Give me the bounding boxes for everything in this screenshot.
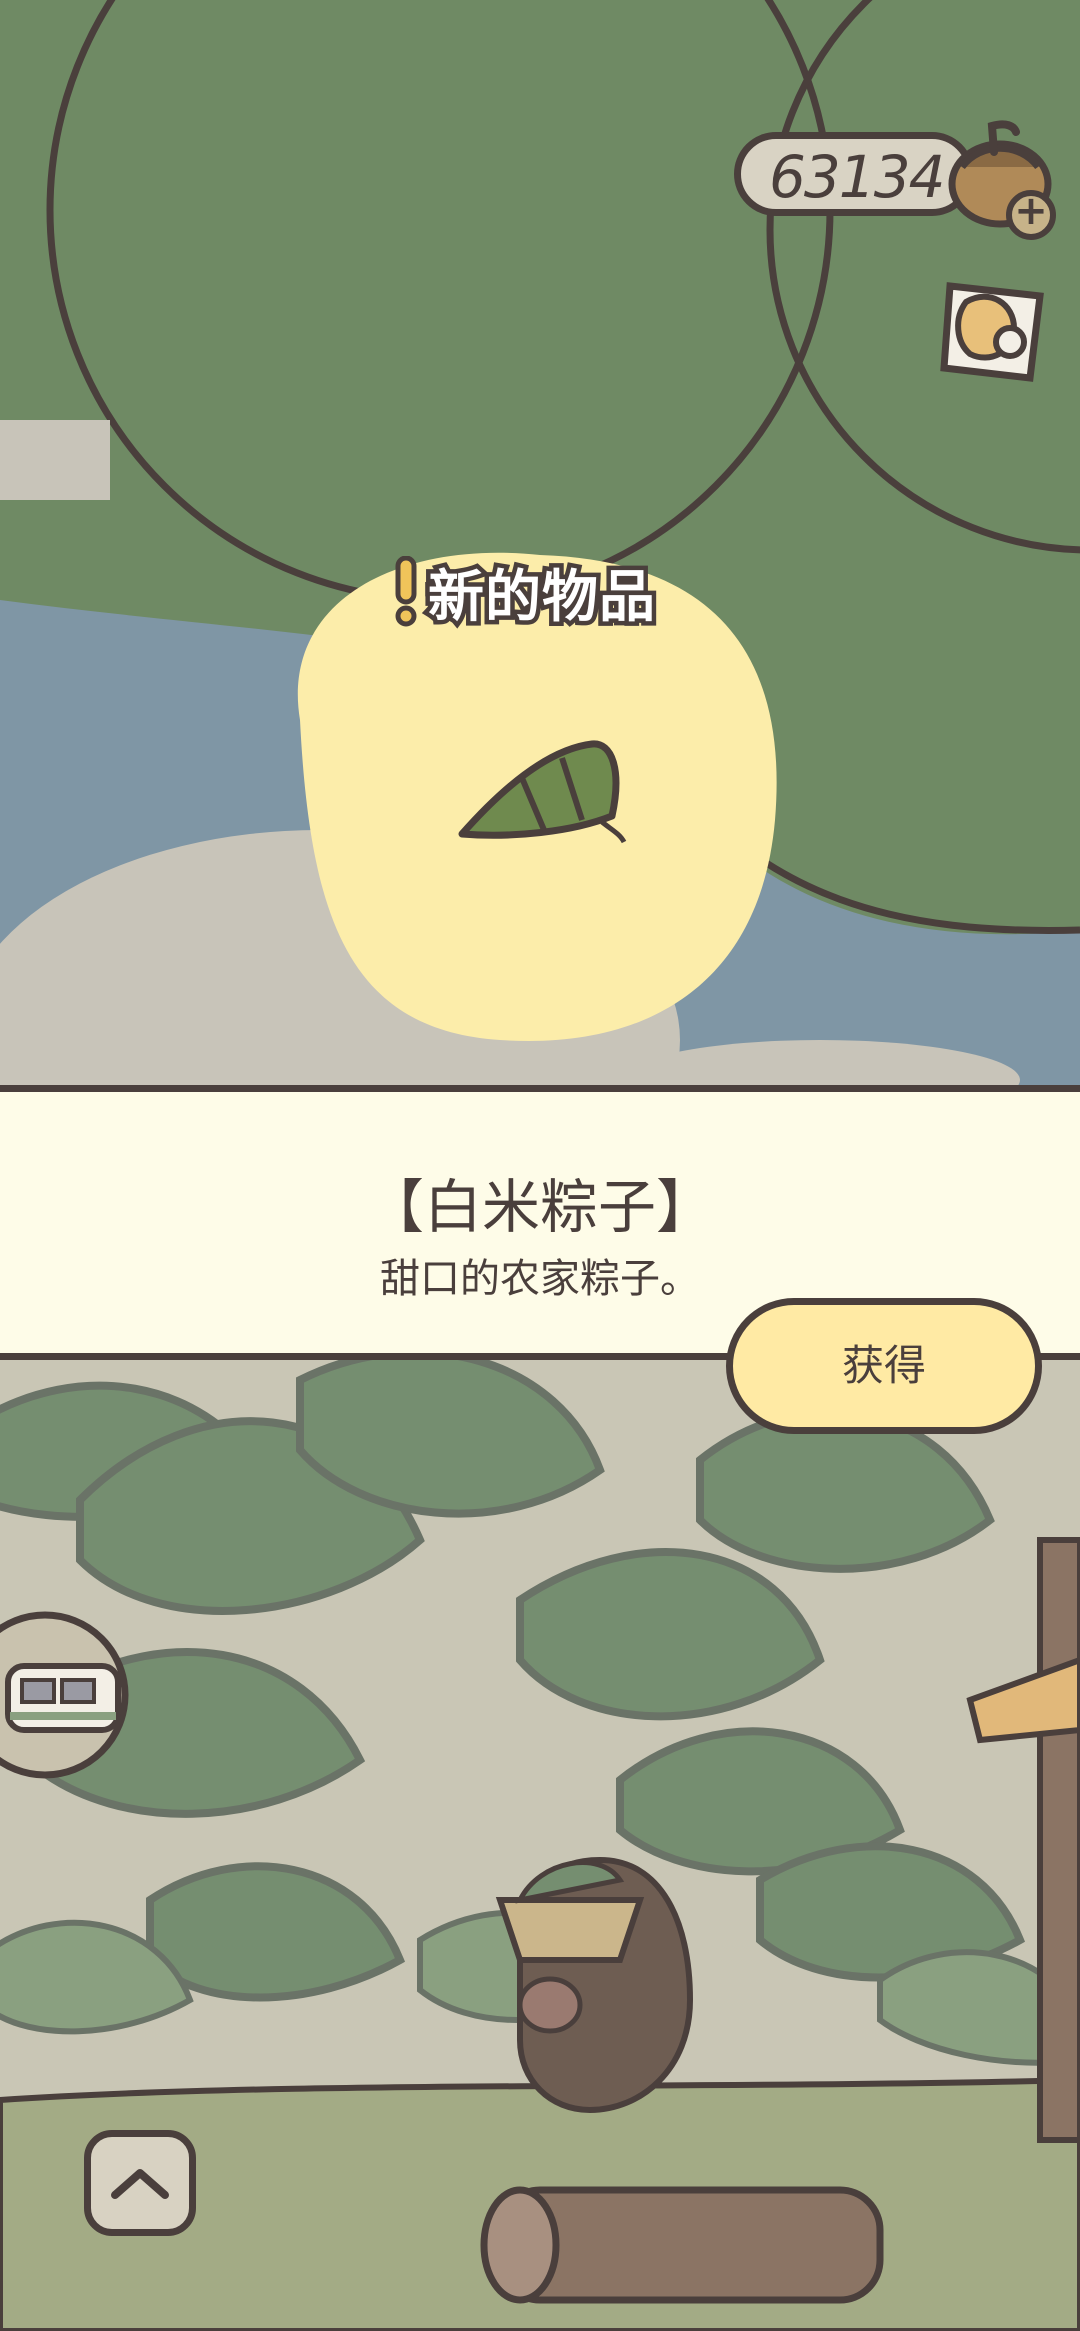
obtain-button[interactable]: 获得: [726, 1298, 1042, 1434]
exclamation-icon: [395, 556, 417, 627]
item-description: 甜口的农家粽子。: [380, 1256, 700, 1302]
new-item-banner: 新的物品: [394, 552, 660, 634]
clover-count: 63134: [769, 143, 946, 211]
item-name: 【白米粽子】: [365, 1173, 714, 1241]
zongzi-icon: [458, 740, 627, 844]
expand-up-button[interactable]: [84, 2130, 196, 2236]
chevron-up-icon: [111, 2169, 169, 2199]
album-icon[interactable]: [930, 268, 1060, 388]
plus-icon[interactable]: +: [1006, 190, 1056, 240]
new-item-label: 新的物品: [424, 560, 660, 634]
clover-counter: 63134: [734, 132, 974, 216]
train-icon[interactable]: [0, 1600, 130, 1790]
